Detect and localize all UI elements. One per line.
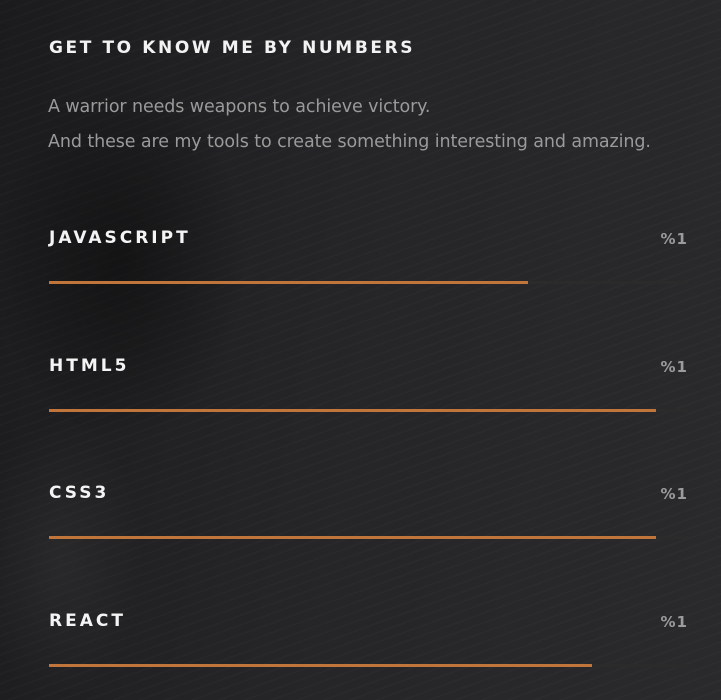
skill-react: REACT %1 [49,611,688,671]
progress-track [49,409,688,412]
skill-percent: %1 [660,613,688,631]
progress-track [49,536,688,539]
progress-fill [49,281,529,284]
skill-percent: %1 [660,230,688,248]
section-heading: GET TO KNOW ME BY NUMBERS [49,38,416,58]
skill-javascript: JAVASCRIPT %1 [49,228,688,288]
progress-track [49,281,688,284]
progress-track [49,664,688,667]
skill-name: HTML5 [49,356,130,376]
skill-percent: %1 [660,485,688,503]
skill-css3: CSS3 %1 [49,483,688,543]
intro-line-1: A warrior needs weapons to achieve victo… [48,97,431,117]
skill-percent: %1 [660,358,688,376]
intro-line-2: And these are my tools to create somethi… [48,132,651,152]
section-intro: A warrior needs weapons to achieve victo… [48,90,651,160]
skill-name: REACT [49,611,126,631]
progress-fill [49,536,657,539]
skill-name: CSS3 [49,483,110,503]
skill-html5: HTML5 %1 [49,356,688,416]
skill-name: JAVASCRIPT [49,228,191,248]
progress-fill [49,409,657,412]
progress-fill [49,664,593,667]
